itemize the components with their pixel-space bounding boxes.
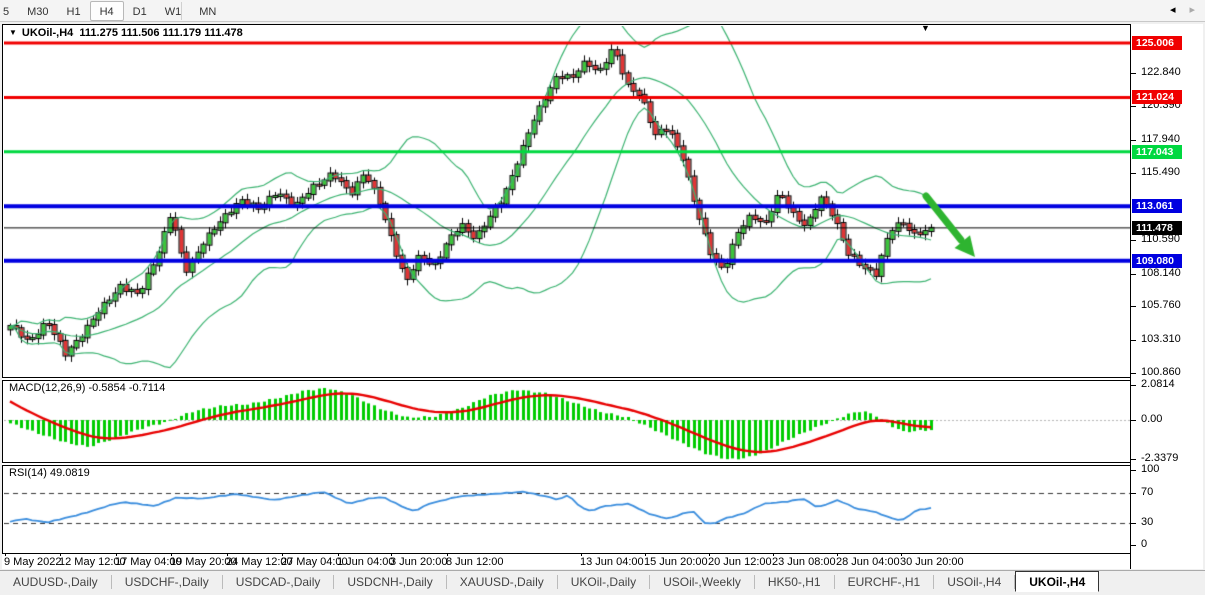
- chart-title: ▼ UKOil-,H4 111.275 111.506 111.179 111.4…: [9, 27, 243, 39]
- symbol-tab-eurchf-h1[interactable]: EURCHF-,H1: [835, 571, 934, 592]
- time-axis-label: 8 Jun 12:00: [446, 556, 504, 568]
- scale-tick: [1131, 523, 1136, 524]
- trading-app-window: 5M30H1H4D1W1MN ▼ UKOil-,H4 111.275 111.50…: [0, 0, 1205, 595]
- time-axis-label: 23 Jun 08:00: [772, 556, 836, 568]
- macd-scale-label: 0.00: [1141, 413, 1162, 425]
- price-scale-label: 103.310: [1141, 333, 1181, 345]
- symbol-tab-ukoil-h4[interactable]: UKOil-,H4: [1015, 571, 1099, 592]
- scale-tick: [1131, 545, 1136, 546]
- toolbar-separator: [181, 2, 182, 20]
- macd-scale-label: 2.0814: [1141, 378, 1175, 390]
- rsi-scale-label: 70: [1141, 486, 1153, 498]
- time-axis[interactable]: 9 May 202212 May 12:0017 May 04:0019 May…: [2, 554, 1130, 569]
- symbol-tab-xauusd-daily[interactable]: XAUUSD-,Daily: [447, 571, 557, 592]
- time-axis-label: 15 Jun 20:00: [644, 556, 708, 568]
- timeframe-button-m30[interactable]: M30: [18, 2, 57, 22]
- scale-tick: [1131, 385, 1136, 386]
- time-axis-label: 28 Jun 04:00: [836, 556, 900, 568]
- scale-tick: [1131, 420, 1136, 421]
- level-price-badge: 117.043: [1132, 145, 1182, 159]
- rsi-scale-label: 100: [1141, 463, 1159, 475]
- timeframe-button-d1[interactable]: D1: [124, 2, 156, 22]
- level-price-badge: 125.006: [1132, 36, 1182, 50]
- chart-symbol-label: UKOil-,H4: [22, 27, 73, 39]
- panel-separator: [2, 377, 1130, 381]
- symbol-tab-usdcad-daily[interactable]: USDCAD-,Daily: [223, 571, 334, 592]
- time-axis-label: 13 Jun 04:00: [580, 556, 644, 568]
- timeframe-toolbar: 5M30H1H4D1W1MN: [0, 0, 1205, 22]
- macd-indicator-label: MACD(12,26,9) -0.5854 -0.7114: [9, 382, 165, 394]
- price-scale-label: 117.940: [1141, 133, 1180, 145]
- chart-dropdown-icon[interactable]: ▼: [9, 28, 17, 37]
- timeframe-button-h4[interactable]: H4: [90, 1, 124, 21]
- symbol-tab-usdchf-daily[interactable]: USDCHF-,Daily: [112, 571, 222, 592]
- scroll-to-end-marker-icon[interactable]: ▼: [921, 23, 930, 33]
- symbol-tab-hk50-h1[interactable]: HK50-,H1: [755, 571, 834, 592]
- scale-tick: [1131, 373, 1136, 374]
- current-price-badge: 111.478: [1132, 221, 1182, 235]
- price-scale-label: 115.490: [1141, 166, 1180, 178]
- level-price-badge: 109.080: [1132, 254, 1182, 268]
- scale-tick: [1131, 240, 1136, 241]
- scale-tick: [1131, 140, 1136, 141]
- symbol-tab-ukoil-daily[interactable]: UKOil-,Daily: [558, 571, 649, 592]
- tab-scroll-right-icon[interactable]: ▸: [1189, 4, 1195, 16]
- price-scale-label: 100.860: [1141, 366, 1181, 378]
- time-axis-label: 9 May 2022: [4, 556, 61, 568]
- scale-tick: [1131, 106, 1136, 107]
- time-axis-label: 1 Jun 04:00: [337, 556, 395, 568]
- timeframe-button-h1[interactable]: H1: [58, 2, 90, 22]
- rsi-scale-label: 0: [1141, 538, 1147, 550]
- scale-tick: [1131, 340, 1136, 341]
- level-price-badge: 113.061: [1132, 199, 1182, 213]
- scale-tick: [1131, 493, 1136, 494]
- rsi-indicator-label: RSI(14) 49.0819: [9, 467, 90, 479]
- timeframe-button-mn[interactable]: MN: [190, 2, 225, 22]
- scale-tick: [1131, 274, 1136, 275]
- symbol-tab-audusd-daily[interactable]: AUDUSD-,Daily: [0, 571, 111, 592]
- panel-separator: [2, 462, 1130, 466]
- timeframe-button-w1[interactable]: W1: [156, 2, 191, 22]
- price-chart-canvas[interactable]: [4, 26, 1130, 554]
- price-scale-label: 105.760: [1141, 299, 1181, 311]
- scale-tick: [1131, 306, 1136, 307]
- scale-tick: [1131, 459, 1136, 460]
- tab-scroll-left-icon[interactable]: ◂: [1170, 4, 1176, 16]
- rsi-scale-label: 30: [1141, 516, 1153, 528]
- scale-tick: [1131, 173, 1136, 174]
- symbol-tab-bar: AUDUSD-,DailyUSDCHF-,DailyUSDCAD-,DailyU…: [0, 570, 1205, 592]
- scale-tick: [1131, 73, 1136, 74]
- time-axis-label: 20 Jun 12:00: [708, 556, 772, 568]
- price-scale-label: 122.840: [1141, 66, 1181, 78]
- chart-ohlc-values: 111.275 111.506 111.179 111.478: [79, 27, 242, 39]
- scale-tick: [1131, 470, 1136, 471]
- time-axis-label: 3 Jun 20:00: [390, 556, 448, 568]
- price-scale-label: 108.140: [1141, 267, 1181, 279]
- symbol-tab-usoil-h4[interactable]: USOil-,H4: [934, 571, 1014, 592]
- symbol-tab-usdcnh-daily[interactable]: USDCNH-,Daily: [334, 571, 445, 592]
- time-axis-label: 30 Jun 20:00: [900, 556, 964, 568]
- symbol-tab-usoil-weekly[interactable]: USOil-,Weekly: [650, 571, 754, 592]
- level-price-badge: 121.024: [1132, 90, 1182, 104]
- price-scale[interactable]: 122.840120.390117.940115.490110.590108.1…: [1131, 24, 1203, 569]
- timeframe-button-5[interactable]: 5: [0, 2, 18, 22]
- tab-scroll-arrows: ◂▸: [1170, 3, 1195, 16]
